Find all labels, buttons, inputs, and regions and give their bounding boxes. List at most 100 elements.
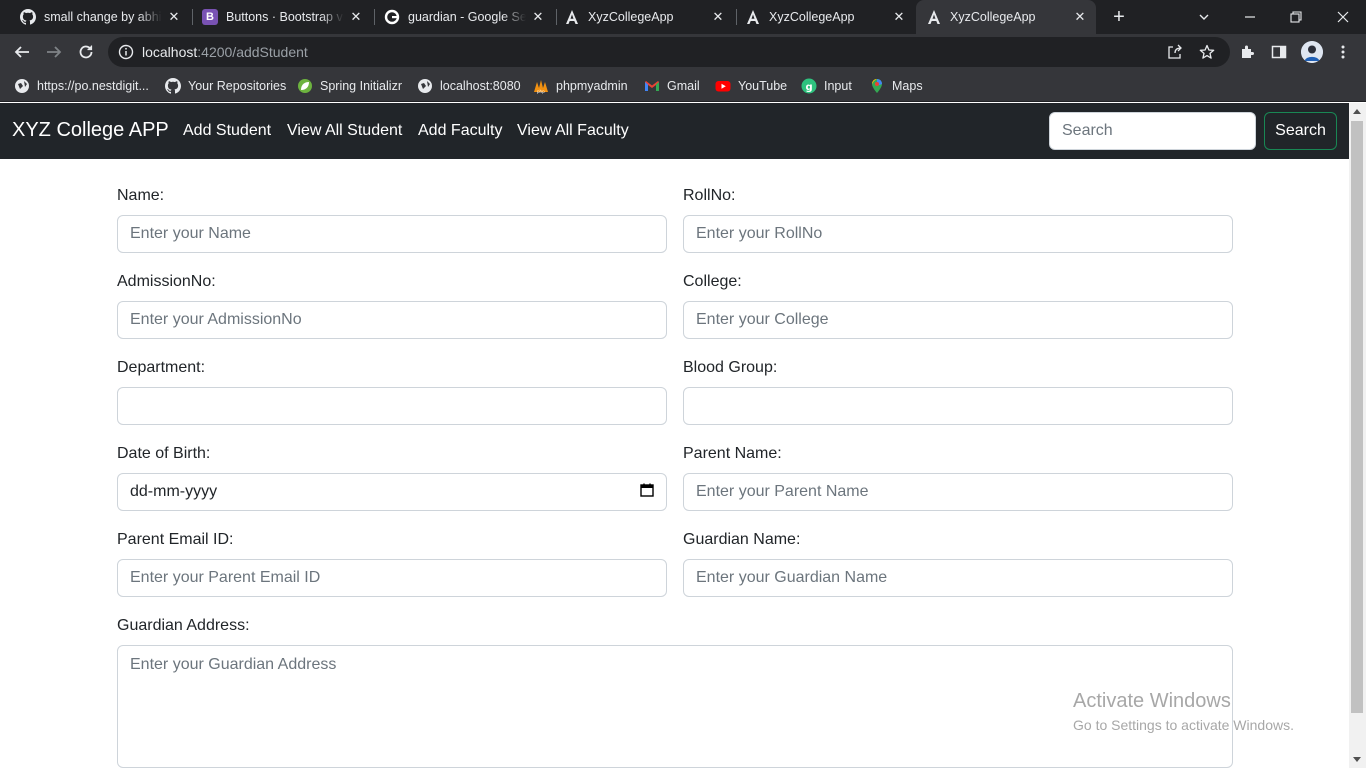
- bookmark-input[interactable]: g Input: [801, 77, 852, 95]
- nav-add-faculty[interactable]: Add Faculty: [418, 122, 502, 140]
- globe-icon: [14, 78, 30, 94]
- tab-title: XyzCollegeApp: [950, 10, 1036, 24]
- address-bar[interactable]: localhost:4200/addStudent: [108, 37, 1230, 67]
- tab-title: Buttons · Bootstrap v5: [226, 10, 344, 24]
- tab-xyzcollegeapp[interactable]: XyzCollegeApp ✕: [737, 0, 915, 34]
- bookmark-label: YouTube: [738, 79, 788, 93]
- bookmark-label: Your Repositories: [188, 79, 287, 93]
- github-icon: [20, 9, 36, 25]
- svg-text:g: g: [806, 82, 813, 93]
- guardianname-input[interactable]: [683, 559, 1233, 597]
- navbar-search-input[interactable]: [1049, 112, 1256, 150]
- bookmark-label: Maps: [892, 79, 923, 93]
- close-icon[interactable]: ✕: [891, 9, 907, 25]
- admissionno-label: AdmissionNo:: [117, 273, 216, 290]
- navbar-search-button[interactable]: Search: [1264, 112, 1337, 150]
- tab-github[interactable]: small change by abhin ✕: [12, 0, 190, 34]
- activate-windows-watermark: Activate Windows Go to Settings to activ…: [1073, 690, 1294, 733]
- scroll-up-arrow-icon[interactable]: [1353, 109, 1361, 114]
- tab-title: XyzCollegeApp: [588, 10, 674, 24]
- dob-input[interactable]: dd-mm-yyyy: [117, 473, 667, 511]
- tab-bootstrap[interactable]: B Buttons · Bootstrap v5 ✕: [194, 0, 372, 34]
- url-host: localhost: [142, 44, 198, 60]
- url-path: :4200/addStudent: [197, 44, 308, 60]
- watermark-title: Activate Windows: [1073, 690, 1231, 712]
- close-icon[interactable]: ✕: [1072, 9, 1088, 25]
- tab-title: XyzCollegeApp: [769, 10, 855, 24]
- parentname-input[interactable]: [683, 473, 1233, 511]
- bookmark-label: Spring Initializr: [320, 79, 402, 93]
- rollno-input[interactable]: [683, 215, 1233, 253]
- spring-icon: [297, 78, 313, 94]
- star-icon[interactable]: [1198, 43, 1216, 61]
- minimize-button[interactable]: [1227, 0, 1273, 34]
- side-panel-icon[interactable]: [1269, 42, 1289, 62]
- angular-icon: [564, 9, 580, 25]
- globe-icon: [417, 78, 433, 94]
- share-icon[interactable]: [1166, 43, 1184, 61]
- bookmark-spring-initializr[interactable]: Spring Initializr: [297, 77, 402, 95]
- close-icon[interactable]: ✕: [348, 9, 364, 25]
- parentname-label: Parent Name:: [683, 445, 782, 462]
- nav-view-all-faculty[interactable]: View All Faculty: [517, 122, 629, 140]
- browser-toolbar: localhost:4200/addStudent: [0, 34, 1366, 70]
- bookmark-gmail[interactable]: Gmail: [644, 77, 700, 95]
- dob-label: Date of Birth:: [117, 445, 211, 462]
- close-icon[interactable]: ✕: [710, 9, 726, 25]
- navbar-brand[interactable]: XYZ College APP: [12, 119, 169, 142]
- scrollbar-thumb[interactable]: [1351, 121, 1363, 713]
- tab-xyzcollegeapp[interactable]: XyzCollegeApp ✕: [556, 0, 734, 34]
- maps-icon: [869, 78, 885, 94]
- restore-button[interactable]: [1273, 0, 1319, 34]
- close-icon[interactable]: ✕: [530, 9, 546, 25]
- bookmark-maps[interactable]: Maps: [869, 77, 923, 95]
- bookmark-localhost-8080[interactable]: localhost:8080: [417, 77, 521, 95]
- angular-icon: [745, 9, 761, 25]
- google-icon: [384, 9, 400, 25]
- tab-google[interactable]: guardian - Google Sea ✕: [376, 0, 554, 34]
- scroll-down-arrow-icon[interactable]: [1353, 757, 1361, 762]
- new-tab-button[interactable]: +: [1109, 7, 1129, 27]
- guardianname-label: Guardian Name:: [683, 531, 801, 548]
- college-input[interactable]: [683, 301, 1233, 339]
- guardianaddress-textarea[interactable]: [117, 645, 1233, 768]
- close-window-button[interactable]: [1320, 0, 1366, 34]
- bookmark-label: localhost:8080: [440, 79, 521, 93]
- bloodgroup-input[interactable]: [683, 387, 1233, 425]
- bookmark-label: phpmyadmin: [556, 79, 628, 93]
- parentemail-label: Parent Email ID:: [117, 531, 234, 548]
- dob-value: dd-mm-yyyy: [130, 483, 218, 500]
- profile-avatar[interactable]: [1301, 41, 1323, 63]
- extensions-icon[interactable]: [1237, 42, 1257, 62]
- bookmark-your-repositories[interactable]: Your Repositories: [165, 77, 286, 95]
- tab-xyzcollegeapp-active[interactable]: XyzCollegeApp ✕: [916, 0, 1096, 34]
- close-icon[interactable]: ✕: [166, 9, 182, 25]
- nav-add-student[interactable]: Add Student: [183, 122, 271, 140]
- bloodgroup-label: Blood Group:: [683, 359, 778, 376]
- bootstrap-icon: B: [202, 9, 218, 25]
- nav-view-all-student[interactable]: View All Student: [287, 122, 402, 140]
- reload-button[interactable]: [74, 40, 98, 64]
- department-input[interactable]: [117, 387, 667, 425]
- info-icon[interactable]: [118, 44, 134, 60]
- tab-search-icon[interactable]: [1181, 0, 1227, 34]
- rollno-label: RollNo:: [683, 187, 736, 204]
- tab-title: small change by abhin: [44, 10, 162, 24]
- bookmark-phpmyadmin[interactable]: php phpmyadmin: [533, 77, 628, 95]
- calendar-icon[interactable]: [640, 483, 654, 502]
- name-input[interactable]: [117, 215, 667, 253]
- youtube-icon: [715, 78, 731, 94]
- bookmark-label: Input: [824, 79, 852, 93]
- browser-tab-strip: small change by abhin ✕ B Buttons · Boot…: [0, 0, 1366, 34]
- page-scrollbar[interactable]: [1349, 103, 1366, 768]
- parentemail-input[interactable]: [117, 559, 667, 597]
- bookmark-youtube[interactable]: YouTube: [715, 77, 787, 95]
- forward-button[interactable]: [42, 40, 66, 64]
- more-menu-icon[interactable]: [1333, 42, 1353, 62]
- url-text: localhost:4200/addStudent: [142, 44, 308, 60]
- bookmark-po-nestdigit[interactable]: https://po.nestdigit...: [14, 77, 149, 95]
- back-button[interactable]: [10, 40, 34, 64]
- tab-separator: [374, 9, 375, 25]
- admissionno-input[interactable]: [117, 301, 667, 339]
- svg-text:php: php: [537, 89, 545, 94]
